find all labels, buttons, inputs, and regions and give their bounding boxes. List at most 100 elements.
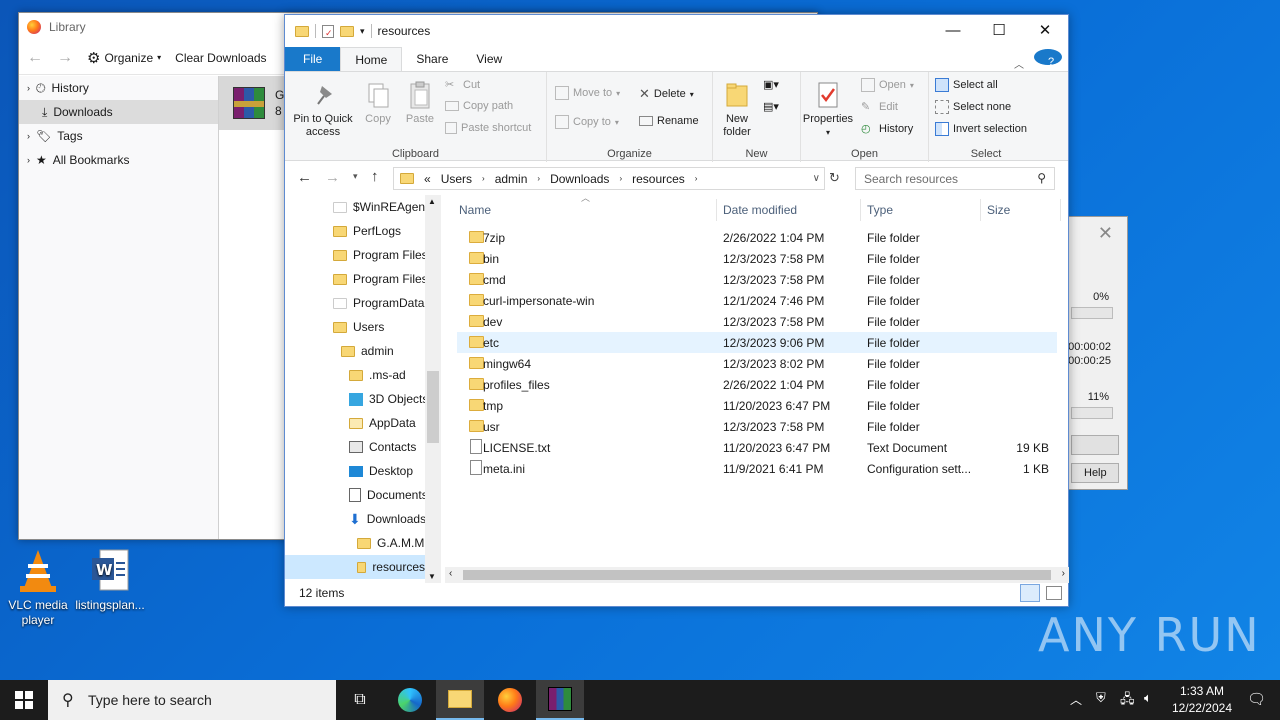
defender-icon[interactable]: ⛨	[1096, 690, 1106, 706]
scroll-up-icon[interactable]: ▲	[428, 197, 436, 206]
desktop-icon-word-doc[interactable]: W listingsplan...	[72, 548, 148, 613]
large-icons-view-icon[interactable]	[1046, 586, 1062, 600]
file-row[interactable]: curl-impersonate-win 12/1/2024 7:46 PM Fil…	[457, 290, 1057, 311]
sidebar-item-downloads[interactable]: ⤓ Downloads	[19, 100, 218, 124]
copy-button[interactable]: Copy	[359, 80, 397, 126]
forward-arrow-icon[interactable]: →	[57, 49, 73, 67]
file-row[interactable]: LICENSE.txt 11/20/2023 6:47 PM Text Docume…	[457, 437, 1057, 458]
up-arrow-icon[interactable]: ↑	[371, 168, 379, 185]
breadcrumb-downloads[interactable]: Downloads	[550, 172, 609, 186]
file-row[interactable]: mingw64 12/3/2023 8:02 PM File folder	[457, 353, 1057, 374]
nav-item[interactable]: 3D Objects	[349, 387, 428, 411]
nav-item[interactable]: .ms-ad	[349, 363, 406, 387]
file-row[interactable]: bin 12/3/2023 7:58 PM File folder	[457, 248, 1057, 269]
firefox-taskbar-button[interactable]	[486, 680, 534, 720]
paste-shortcut-button[interactable]: Paste shortcut	[445, 122, 531, 134]
copy-to-button[interactable]: Copy to ▾	[555, 115, 619, 129]
breadcrumb-admin[interactable]: admin	[495, 172, 528, 186]
scroll-right-icon[interactable]: ›	[1062, 568, 1065, 579]
new-folder-quick-icon[interactable]	[340, 25, 354, 37]
edit-button[interactable]: ✎ Edit	[861, 100, 898, 114]
breadcrumb-resources[interactable]: resources	[632, 172, 685, 186]
file-row[interactable]: profiles_files 2/26/2022 1:04 PM File fold…	[457, 374, 1057, 395]
tab-view[interactable]: View	[462, 47, 516, 71]
back-arrow-icon[interactable]: ←	[27, 49, 43, 67]
tab-home[interactable]: Home	[340, 47, 403, 71]
scroll-left-icon[interactable]: ‹	[449, 568, 452, 579]
file-explorer-taskbar-button[interactable]	[436, 680, 484, 720]
close-button[interactable]: ✕	[1022, 15, 1068, 45]
quick-access-dropdown-icon[interactable]: ▾	[360, 26, 365, 37]
background-button[interactable]	[1071, 435, 1119, 455]
desktop-icon-vlc[interactable]: VLC media player	[0, 548, 76, 628]
select-none-button[interactable]: Select none	[935, 100, 1011, 114]
start-button[interactable]	[0, 680, 48, 720]
pin-quick-access-button[interactable]: Pin to Quick access	[291, 80, 355, 139]
nav-item[interactable]: ⬇ Downloads	[349, 507, 426, 531]
back-arrow-icon[interactable]: ←	[297, 169, 312, 186]
task-view-button[interactable]: ⧉	[336, 680, 384, 720]
move-to-button[interactable]: Move to ▾	[555, 86, 620, 100]
properties-quick-icon[interactable]: ✓	[322, 24, 334, 38]
file-row[interactable]: 7zip 2/26/2022 1:04 PM File folder	[457, 227, 1057, 248]
nav-item-selected[interactable]: resources	[285, 555, 425, 579]
show-hidden-icons-icon[interactable]: ︿	[1070, 691, 1082, 708]
nav-scrollbar[interactable]: ▲ ▼	[425, 195, 441, 583]
file-list-hscrollbar[interactable]: ‹ ›	[445, 567, 1069, 583]
column-header-type[interactable]: Type	[861, 199, 981, 221]
address-dropdown-icon[interactable]: ∨	[813, 173, 820, 184]
delete-button[interactable]: ✕ Delete ▾	[639, 86, 694, 102]
sidebar-item-all-bookmarks[interactable]: › ★ All Bookmarks	[19, 148, 218, 172]
tab-file[interactable]: File	[285, 47, 341, 71]
search-input[interactable]: Search resources ⚲	[855, 167, 1055, 190]
nav-item[interactable]: AppData	[349, 411, 416, 435]
new-folder-button[interactable]: New folder	[717, 80, 757, 139]
nav-item[interactable]: Documents	[349, 483, 428, 507]
nav-item[interactable]: G.A.M.M	[357, 531, 424, 555]
organize-button[interactable]: ⚙ Organize ▾	[87, 49, 161, 67]
nav-item[interactable]: $WinREAgent	[333, 195, 428, 219]
rename-button[interactable]: Rename	[639, 115, 699, 127]
sidebar-item-tags[interactable]: › 🏷︎ Tags	[19, 124, 218, 148]
winrar-taskbar-button[interactable]	[536, 680, 584, 720]
column-header-date[interactable]: Date modified	[717, 199, 861, 221]
scrollbar-thumb[interactable]	[427, 371, 439, 443]
edge-button[interactable]	[386, 680, 434, 720]
properties-button[interactable]: Properties ▾	[801, 80, 855, 139]
notifications-icon[interactable]: 🗨︎	[1247, 690, 1266, 708]
file-row[interactable]: etc 12/3/2023 9:06 PM File folder	[457, 332, 1057, 353]
nav-item[interactable]: admin	[341, 339, 394, 363]
file-row[interactable]: usr 12/3/2023 7:58 PM File folder	[457, 416, 1057, 437]
file-row[interactable]: cmd 12/3/2023 7:58 PM File folder	[457, 269, 1057, 290]
invert-selection-button[interactable]: Invert selection	[935, 122, 1027, 136]
paste-button[interactable]: Paste	[401, 80, 439, 126]
details-view-icon[interactable]	[1020, 584, 1040, 602]
help-icon[interactable]: ?	[1034, 49, 1062, 68]
sidebar-item-history[interactable]: › 🕘︎ History	[19, 76, 218, 100]
close-icon[interactable]: ✕	[1098, 223, 1113, 244]
volume-icon[interactable]: 🔈︎	[1144, 690, 1152, 706]
tab-share[interactable]: Share	[402, 47, 462, 71]
nav-item[interactable]: Desktop	[349, 459, 413, 483]
column-header-size[interactable]: Size	[981, 199, 1061, 221]
help-button[interactable]: Help	[1071, 463, 1119, 483]
taskbar-clock[interactable]: 1:33 AM 12/22/2024	[1172, 683, 1232, 717]
file-row[interactable]: tmp 11/20/2023 6:47 PM File folder	[457, 395, 1057, 416]
network-icon[interactable]: 🖧︎	[1120, 690, 1135, 712]
select-all-button[interactable]: Select all	[935, 78, 998, 92]
recent-locations-icon[interactable]: ▾	[353, 171, 358, 182]
new-item-button[interactable]: ▣▾	[763, 78, 779, 91]
copy-path-button[interactable]: Copy path	[445, 100, 513, 112]
nav-item[interactable]: Contacts	[349, 435, 416, 459]
breadcrumb-more[interactable]: «	[424, 172, 431, 186]
file-row[interactable]: dev 12/3/2023 7:58 PM File folder	[457, 311, 1057, 332]
clear-downloads-button[interactable]: Clear Downloads	[175, 51, 266, 65]
scrollbar-thumb[interactable]	[463, 570, 1051, 580]
nav-item[interactable]: PerfLogs	[333, 219, 401, 243]
minimize-button[interactable]: —	[930, 15, 976, 45]
history-button[interactable]: ◴ History	[861, 122, 913, 136]
cut-button[interactable]: ✂ Cut	[445, 78, 480, 92]
file-row[interactable]: meta.ini 11/9/2021 6:41 PM Configuration s…	[457, 458, 1057, 479]
collapse-ribbon-icon[interactable]: ︿	[1000, 51, 1038, 71]
nav-item[interactable]: Users	[333, 315, 384, 339]
